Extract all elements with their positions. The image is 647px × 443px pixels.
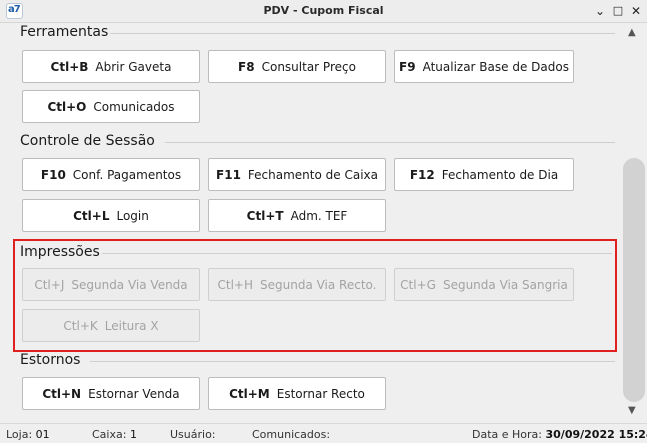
shortcut-key: F9 bbox=[399, 59, 416, 74]
shortcut-key: Ctl+T bbox=[246, 208, 284, 223]
section-divider bbox=[165, 142, 615, 143]
status-caixa: Caixa: 1 bbox=[92, 428, 137, 441]
button-label: Login bbox=[116, 208, 149, 223]
scroll-down-icon[interactable]: ▼ bbox=[628, 405, 636, 416]
comunicados-button[interactable]: Ctl+O Comunicados bbox=[22, 90, 200, 123]
status-bar: Loja: 01 Caixa: 1 Usuário: Comunicados: … bbox=[0, 423, 647, 443]
shortcut-key: Ctl+B bbox=[50, 59, 89, 74]
button-label: Adm. TEF bbox=[290, 208, 348, 223]
shortcut-key: Ctl+L bbox=[73, 208, 110, 223]
segunda-via-venda-button[interactable]: Ctl+J Segunda Via Venda bbox=[22, 268, 200, 301]
button-label: Conf. Pagamentos bbox=[72, 167, 182, 182]
section-title-ferramentas: Ferramentas bbox=[20, 24, 109, 40]
login-button[interactable]: Ctl+L Login bbox=[22, 199, 200, 232]
button-label: Segunda Via Recto. bbox=[260, 277, 377, 292]
status-usuario: Usuário: bbox=[170, 428, 216, 441]
window-title: PDV - Cupom Fiscal bbox=[263, 4, 384, 17]
status-label: Loja: bbox=[6, 428, 33, 441]
shortcut-key: Ctl+H bbox=[217, 277, 254, 292]
status-value: 01 bbox=[35, 428, 50, 441]
button-label: Fechamento de Caixa bbox=[247, 167, 378, 182]
conf-pagamentos-button[interactable]: F10 Conf. Pagamentos bbox=[22, 158, 200, 191]
section-title-impressoes: Impressões bbox=[20, 244, 100, 260]
segunda-via-recto-button[interactable]: Ctl+H Segunda Via Recto. bbox=[208, 268, 386, 301]
status-data-hora: Data e Hora: 30/09/2022 15:24:04 bbox=[472, 428, 647, 441]
shortcut-key: F8 bbox=[238, 59, 255, 74]
button-label: Consultar Preço bbox=[261, 59, 356, 74]
atualizar-base-button[interactable]: F9 Atualizar Base de Dados bbox=[394, 50, 574, 83]
abrir-gaveta-button[interactable]: Ctl+B Abrir Gaveta bbox=[22, 50, 200, 83]
menu-content: Ferramentas Ctl+B Abrir Gaveta F8 Consulta… bbox=[0, 23, 620, 423]
adm-tef-button[interactable]: Ctl+T Adm. TEF bbox=[208, 199, 386, 232]
vertical-scrollbar[interactable]: ▲ ▼ bbox=[621, 23, 647, 423]
shortcut-key: Ctl+G bbox=[400, 277, 436, 292]
shortcut-key: Ctl+N bbox=[42, 386, 82, 401]
estornar-venda-button[interactable]: Ctl+N Estornar Venda bbox=[22, 377, 200, 410]
estornar-recto-button[interactable]: Ctl+M Estornar Recto bbox=[208, 377, 386, 410]
segunda-via-sangria-button[interactable]: Ctl+G Segunda Via Sangria bbox=[394, 268, 574, 301]
section-divider bbox=[110, 33, 615, 34]
status-comunicados: Comunicados: bbox=[252, 428, 330, 441]
button-label: Atualizar Base de Dados bbox=[422, 59, 569, 74]
shortcut-key: Ctl+M bbox=[229, 386, 270, 401]
shortcut-key: Ctl+K bbox=[63, 318, 98, 333]
shortcut-key: Ctl+O bbox=[47, 99, 87, 114]
section-title-controle-sessao: Controle de Sessão bbox=[20, 133, 155, 149]
button-label: Segunda Via Venda bbox=[71, 277, 188, 292]
shortcut-key: F12 bbox=[409, 167, 435, 182]
status-label: Usuário: bbox=[170, 428, 216, 441]
status-label: Data e Hora: bbox=[472, 428, 542, 441]
maximize-icon[interactable]: □ bbox=[610, 3, 626, 19]
section-divider bbox=[102, 253, 612, 254]
title-bar: a7 PDV - Cupom Fiscal ⌄ □ ✕ bbox=[0, 0, 647, 23]
status-label: Caixa: bbox=[92, 428, 127, 441]
status-label: Comunicados: bbox=[252, 428, 331, 441]
status-value: 30/09/2022 15:24:04 bbox=[545, 428, 647, 441]
shortcut-key: F10 bbox=[40, 167, 66, 182]
scroll-up-icon[interactable]: ▲ bbox=[628, 27, 636, 38]
button-label: Segunda Via Sangria bbox=[442, 277, 568, 292]
button-label: Estornar Recto bbox=[276, 386, 365, 401]
status-loja: Loja: 01 bbox=[6, 428, 50, 441]
button-label: Comunicados bbox=[93, 99, 175, 114]
minimize-icon[interactable]: ⌄ bbox=[592, 3, 608, 19]
shortcut-key: Ctl+J bbox=[34, 277, 65, 292]
scrollbar-thumb[interactable] bbox=[623, 158, 645, 402]
fechamento-caixa-button[interactable]: F11 Fechamento de Caixa bbox=[208, 158, 386, 191]
close-icon[interactable]: ✕ bbox=[628, 3, 644, 19]
button-label: Leitura X bbox=[104, 318, 159, 333]
button-label: Fechamento de Dia bbox=[441, 167, 559, 182]
button-label: Abrir Gaveta bbox=[95, 59, 172, 74]
section-title-estornos: Estornos bbox=[20, 352, 81, 368]
button-label: Estornar Venda bbox=[88, 386, 180, 401]
shortcut-key: F11 bbox=[216, 167, 241, 182]
leitura-x-button[interactable]: Ctl+K Leitura X bbox=[22, 309, 200, 342]
status-value: 1 bbox=[129, 428, 137, 441]
consultar-preco-button[interactable]: F8 Consultar Preço bbox=[208, 50, 386, 83]
section-divider bbox=[90, 361, 615, 362]
fechamento-dia-button[interactable]: F12 Fechamento de Dia bbox=[394, 158, 574, 191]
